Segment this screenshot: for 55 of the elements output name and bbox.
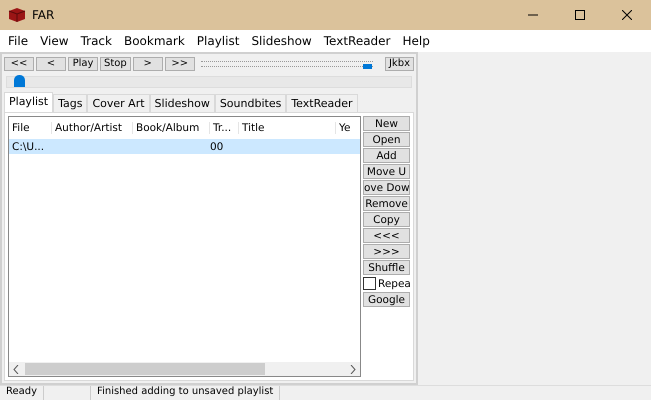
status-text: Ready bbox=[0, 386, 44, 400]
menu-item[interactable]: Help bbox=[396, 34, 436, 48]
checkbox[interactable] bbox=[363, 277, 376, 290]
column-header[interactable]: File bbox=[9, 122, 52, 134]
tab[interactable]: Slideshow bbox=[150, 94, 215, 112]
playlist-button[interactable]: Add bbox=[363, 148, 410, 163]
tab[interactable]: Playlist bbox=[4, 92, 54, 112]
transport-button[interactable]: Stop bbox=[100, 57, 131, 71]
playlist-button[interactable]: Move U bbox=[363, 164, 410, 179]
playlist-button[interactable]: Google bbox=[363, 292, 410, 307]
playlist-button[interactable]: <<< bbox=[363, 228, 410, 243]
transport-button[interactable]: > bbox=[132, 57, 163, 71]
playlist-button[interactable]: Open bbox=[363, 132, 410, 147]
column-header[interactable]: Title bbox=[239, 122, 336, 134]
playlist-button[interactable]: ove Dow bbox=[363, 180, 410, 195]
menu-item[interactable]: Bookmark bbox=[118, 34, 191, 48]
playlist-button[interactable]: >>> bbox=[363, 244, 410, 259]
menu-item[interactable]: Track bbox=[74, 34, 118, 48]
tab[interactable]: TextReader bbox=[286, 94, 358, 112]
transport-button[interactable]: < bbox=[36, 57, 66, 71]
playlist-button[interactable]: Copy bbox=[363, 212, 410, 227]
column-header[interactable]: Book/Album bbox=[133, 122, 210, 134]
scrollbar-thumb[interactable] bbox=[25, 363, 265, 375]
transport-button[interactable]: << bbox=[4, 57, 34, 71]
checkbox-label[interactable]: Repea bbox=[378, 278, 411, 290]
horizontal-scrollbar[interactable] bbox=[9, 362, 360, 376]
position-thumb[interactable] bbox=[14, 75, 26, 87]
column-header[interactable]: Author/Artist bbox=[52, 122, 133, 134]
column-header[interactable]: Tr... bbox=[210, 122, 239, 134]
transport-button[interactable]: >> bbox=[164, 57, 195, 71]
transport-button[interactable]: Play bbox=[68, 57, 98, 71]
volume-thumb[interactable] bbox=[362, 64, 372, 69]
playlist-row[interactable]: C:\U... 00 bbox=[9, 139, 360, 154]
cube-logo-icon bbox=[8, 7, 26, 23]
menu-item[interactable]: TextReader bbox=[318, 34, 396, 48]
tab[interactable]: Cover Art bbox=[87, 94, 150, 112]
jukebox-button[interactable]: Jkbx bbox=[384, 57, 414, 71]
position-slider[interactable] bbox=[6, 76, 412, 88]
menu-item[interactable]: File bbox=[2, 34, 34, 48]
menu-item[interactable]: View bbox=[34, 34, 75, 48]
playlist-button[interactable]: Shuffle bbox=[363, 260, 410, 275]
playlist-button[interactable]: New bbox=[363, 116, 410, 131]
tab[interactable]: Soundbites bbox=[214, 94, 286, 112]
scroll-right-icon[interactable] bbox=[350, 364, 356, 374]
tab[interactable]: Tags bbox=[53, 94, 88, 112]
playlist-button[interactable]: Remove bbox=[363, 196, 410, 211]
status-text: Finished adding to unsaved playlist bbox=[91, 386, 280, 400]
window-title: FAR bbox=[32, 8, 54, 22]
close-icon[interactable] bbox=[622, 10, 632, 20]
column-header[interactable]: Ye bbox=[336, 122, 356, 134]
maximize-icon[interactable] bbox=[575, 10, 585, 20]
volume-slider[interactable] bbox=[200, 61, 373, 67]
scroll-left-icon[interactable] bbox=[13, 364, 19, 374]
menu-item[interactable]: Slideshow bbox=[245, 34, 318, 48]
menu-item[interactable]: Playlist bbox=[190, 34, 246, 48]
